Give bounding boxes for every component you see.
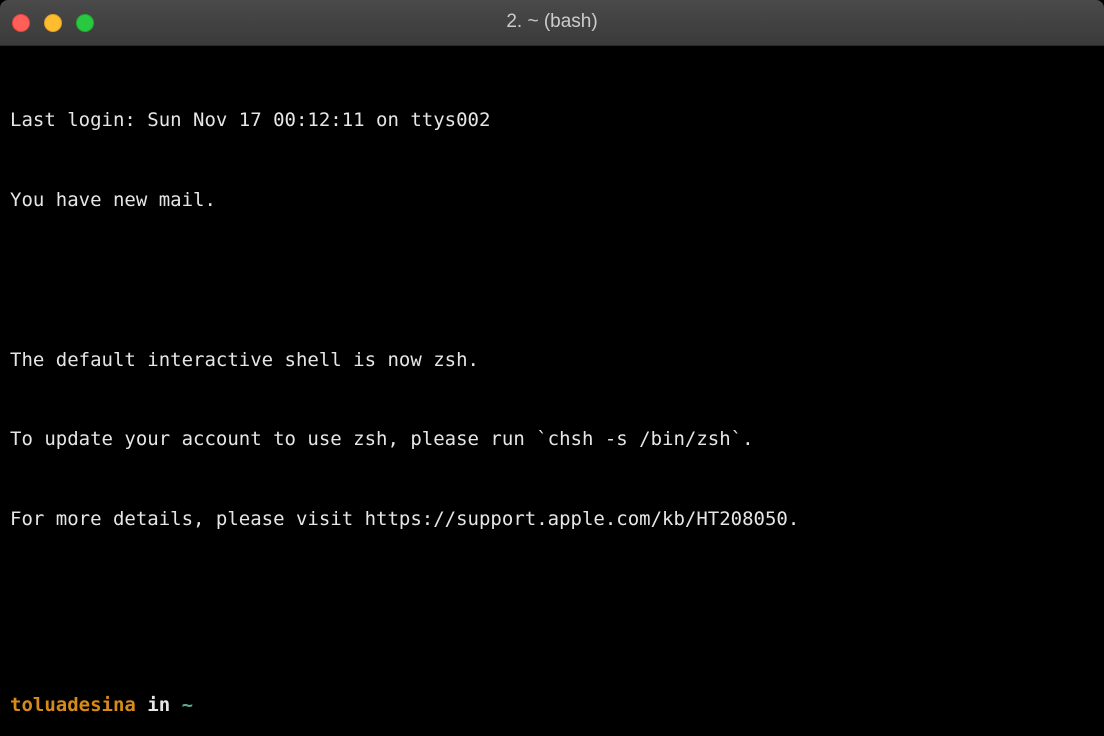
titlebar: 2. ~ (bash) xyxy=(0,0,1104,46)
prompt-in: in xyxy=(136,694,182,716)
fullscreen-icon[interactable] xyxy=(76,14,94,32)
minimize-icon[interactable] xyxy=(44,14,62,32)
prompt-user: toluadesina xyxy=(10,694,136,716)
close-icon[interactable] xyxy=(12,14,30,32)
window-title: 2. ~ (bash) xyxy=(506,9,597,36)
motd-zsh-1: The default interactive shell is now zsh… xyxy=(10,347,1094,374)
prompt-line-1: toluadesina in ~ xyxy=(10,692,1094,719)
motd-zsh-3: For more details, please visit https://s… xyxy=(10,506,1094,533)
terminal-body[interactable]: Last login: Sun Nov 17 00:12:11 on ttys0… xyxy=(0,46,1104,736)
motd-mail: You have new mail. xyxy=(10,187,1094,214)
traffic-lights xyxy=(12,14,94,32)
terminal-window: 2. ~ (bash) Last login: Sun Nov 17 00:12… xyxy=(0,0,1104,736)
motd-zsh-2: To update your account to use zsh, pleas… xyxy=(10,426,1094,453)
motd-last-login: Last login: Sun Nov 17 00:12:11 on ttys0… xyxy=(10,107,1094,134)
blank-line xyxy=(10,586,1094,613)
prompt-path: ~ xyxy=(182,694,193,716)
blank-line xyxy=(10,267,1094,294)
